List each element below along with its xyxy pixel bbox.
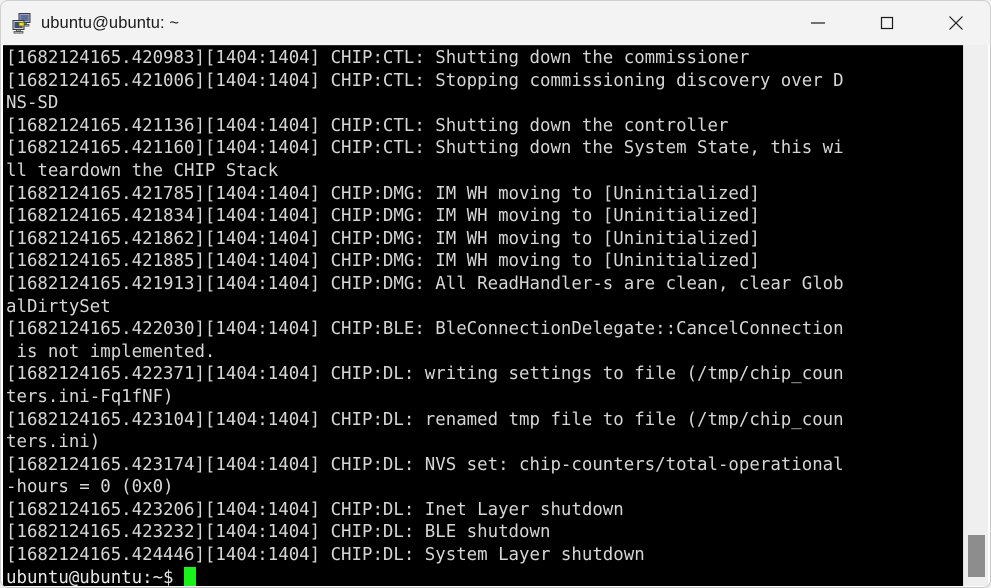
window-title: ubuntu@ubuntu: ~ [41, 13, 180, 32]
terminal-line: [1682124165.421160][1404:1404] CHIP:CTL:… [6, 138, 844, 159]
terminal-line: [1682124165.422371][1404:1404] CHIP:DL: … [6, 364, 844, 385]
terminal-window: ubuntu@ubuntu: ~ [1682124165.420983][140… [0, 0, 991, 588]
window-titlebar[interactable]: ubuntu@ubuntu: ~ [0, 0, 991, 45]
terminal-screen[interactable]: [1682124165.420983][1404:1404] CHIP:CTL:… [3, 45, 963, 586]
terminal-line: [1682124165.422030][1404:1404] CHIP:BLE:… [6, 319, 844, 340]
terminal-line: [1682124165.424446][1404:1404] CHIP:DL: … [6, 545, 645, 566]
terminal-line: ters.ini) [6, 432, 101, 453]
putty-terminal-icon [11, 12, 33, 34]
minimize-icon [810, 22, 825, 24]
shell-prompt: ubuntu@ubuntu:~$ [6, 567, 184, 586]
terminal-line: ters.ini-Fq1fNF) [6, 386, 174, 407]
terminal-line: ll teardown the CHIP Stack [6, 160, 279, 181]
terminal-line: [1682124165.421885][1404:1404] CHIP:DMG:… [6, 251, 760, 272]
terminal-line: -hours = 0 (0x0) [6, 477, 174, 498]
text-cursor [184, 566, 196, 586]
terminal-line: [1682124165.421006][1404:1404] CHIP:CTL:… [6, 70, 844, 91]
terminal-line: [1682124165.421834][1404:1404] CHIP:DMG:… [6, 206, 760, 227]
terminal-line: [1682124165.420983][1404:1404] CHIP:CTL:… [6, 48, 750, 68]
terminal-line: is not implemented. [6, 341, 216, 362]
terminal-line: [1682124165.423174][1404:1404] CHIP:DL: … [6, 454, 844, 475]
maximize-icon [880, 16, 893, 30]
terminal-line: [1682124165.423206][1404:1404] CHIP:DL: … [6, 499, 624, 520]
minimize-button[interactable] [783, 1, 852, 45]
window-controls [783, 1, 990, 45]
terminal-prompt-line[interactable]: ubuntu@ubuntu:~$ [6, 566, 962, 586]
terminal-line: [1682124165.421862][1404:1404] CHIP:DMG:… [6, 228, 760, 249]
terminal-line: [1682124165.423104][1404:1404] CHIP:DL: … [6, 409, 844, 430]
terminal-frame: [1682124165.420983][1404:1404] CHIP:CTL:… [0, 45, 991, 588]
close-button[interactable] [921, 1, 990, 45]
terminal-line: NS-SD [6, 93, 59, 114]
terminal-output: [1682124165.420983][1404:1404] CHIP:CTL:… [6, 47, 962, 586]
terminal-line: [1682124165.421913][1404:1404] CHIP:DMG:… [6, 273, 844, 294]
vertical-scrollbar[interactable] [963, 45, 988, 586]
maximize-button[interactable] [852, 1, 921, 45]
titlebar-left-group: ubuntu@ubuntu: ~ [1, 12, 783, 34]
terminal-line: [1682124165.421136][1404:1404] CHIP:CTL:… [6, 115, 729, 136]
terminal-line: [1682124165.421785][1404:1404] CHIP:DMG:… [6, 183, 760, 204]
terminal-line: [1682124165.423232][1404:1404] CHIP:DL: … [6, 522, 551, 543]
terminal-line: alDirtySet [6, 296, 111, 317]
scrollbar-thumb[interactable] [968, 535, 985, 577]
close-icon [948, 16, 963, 30]
